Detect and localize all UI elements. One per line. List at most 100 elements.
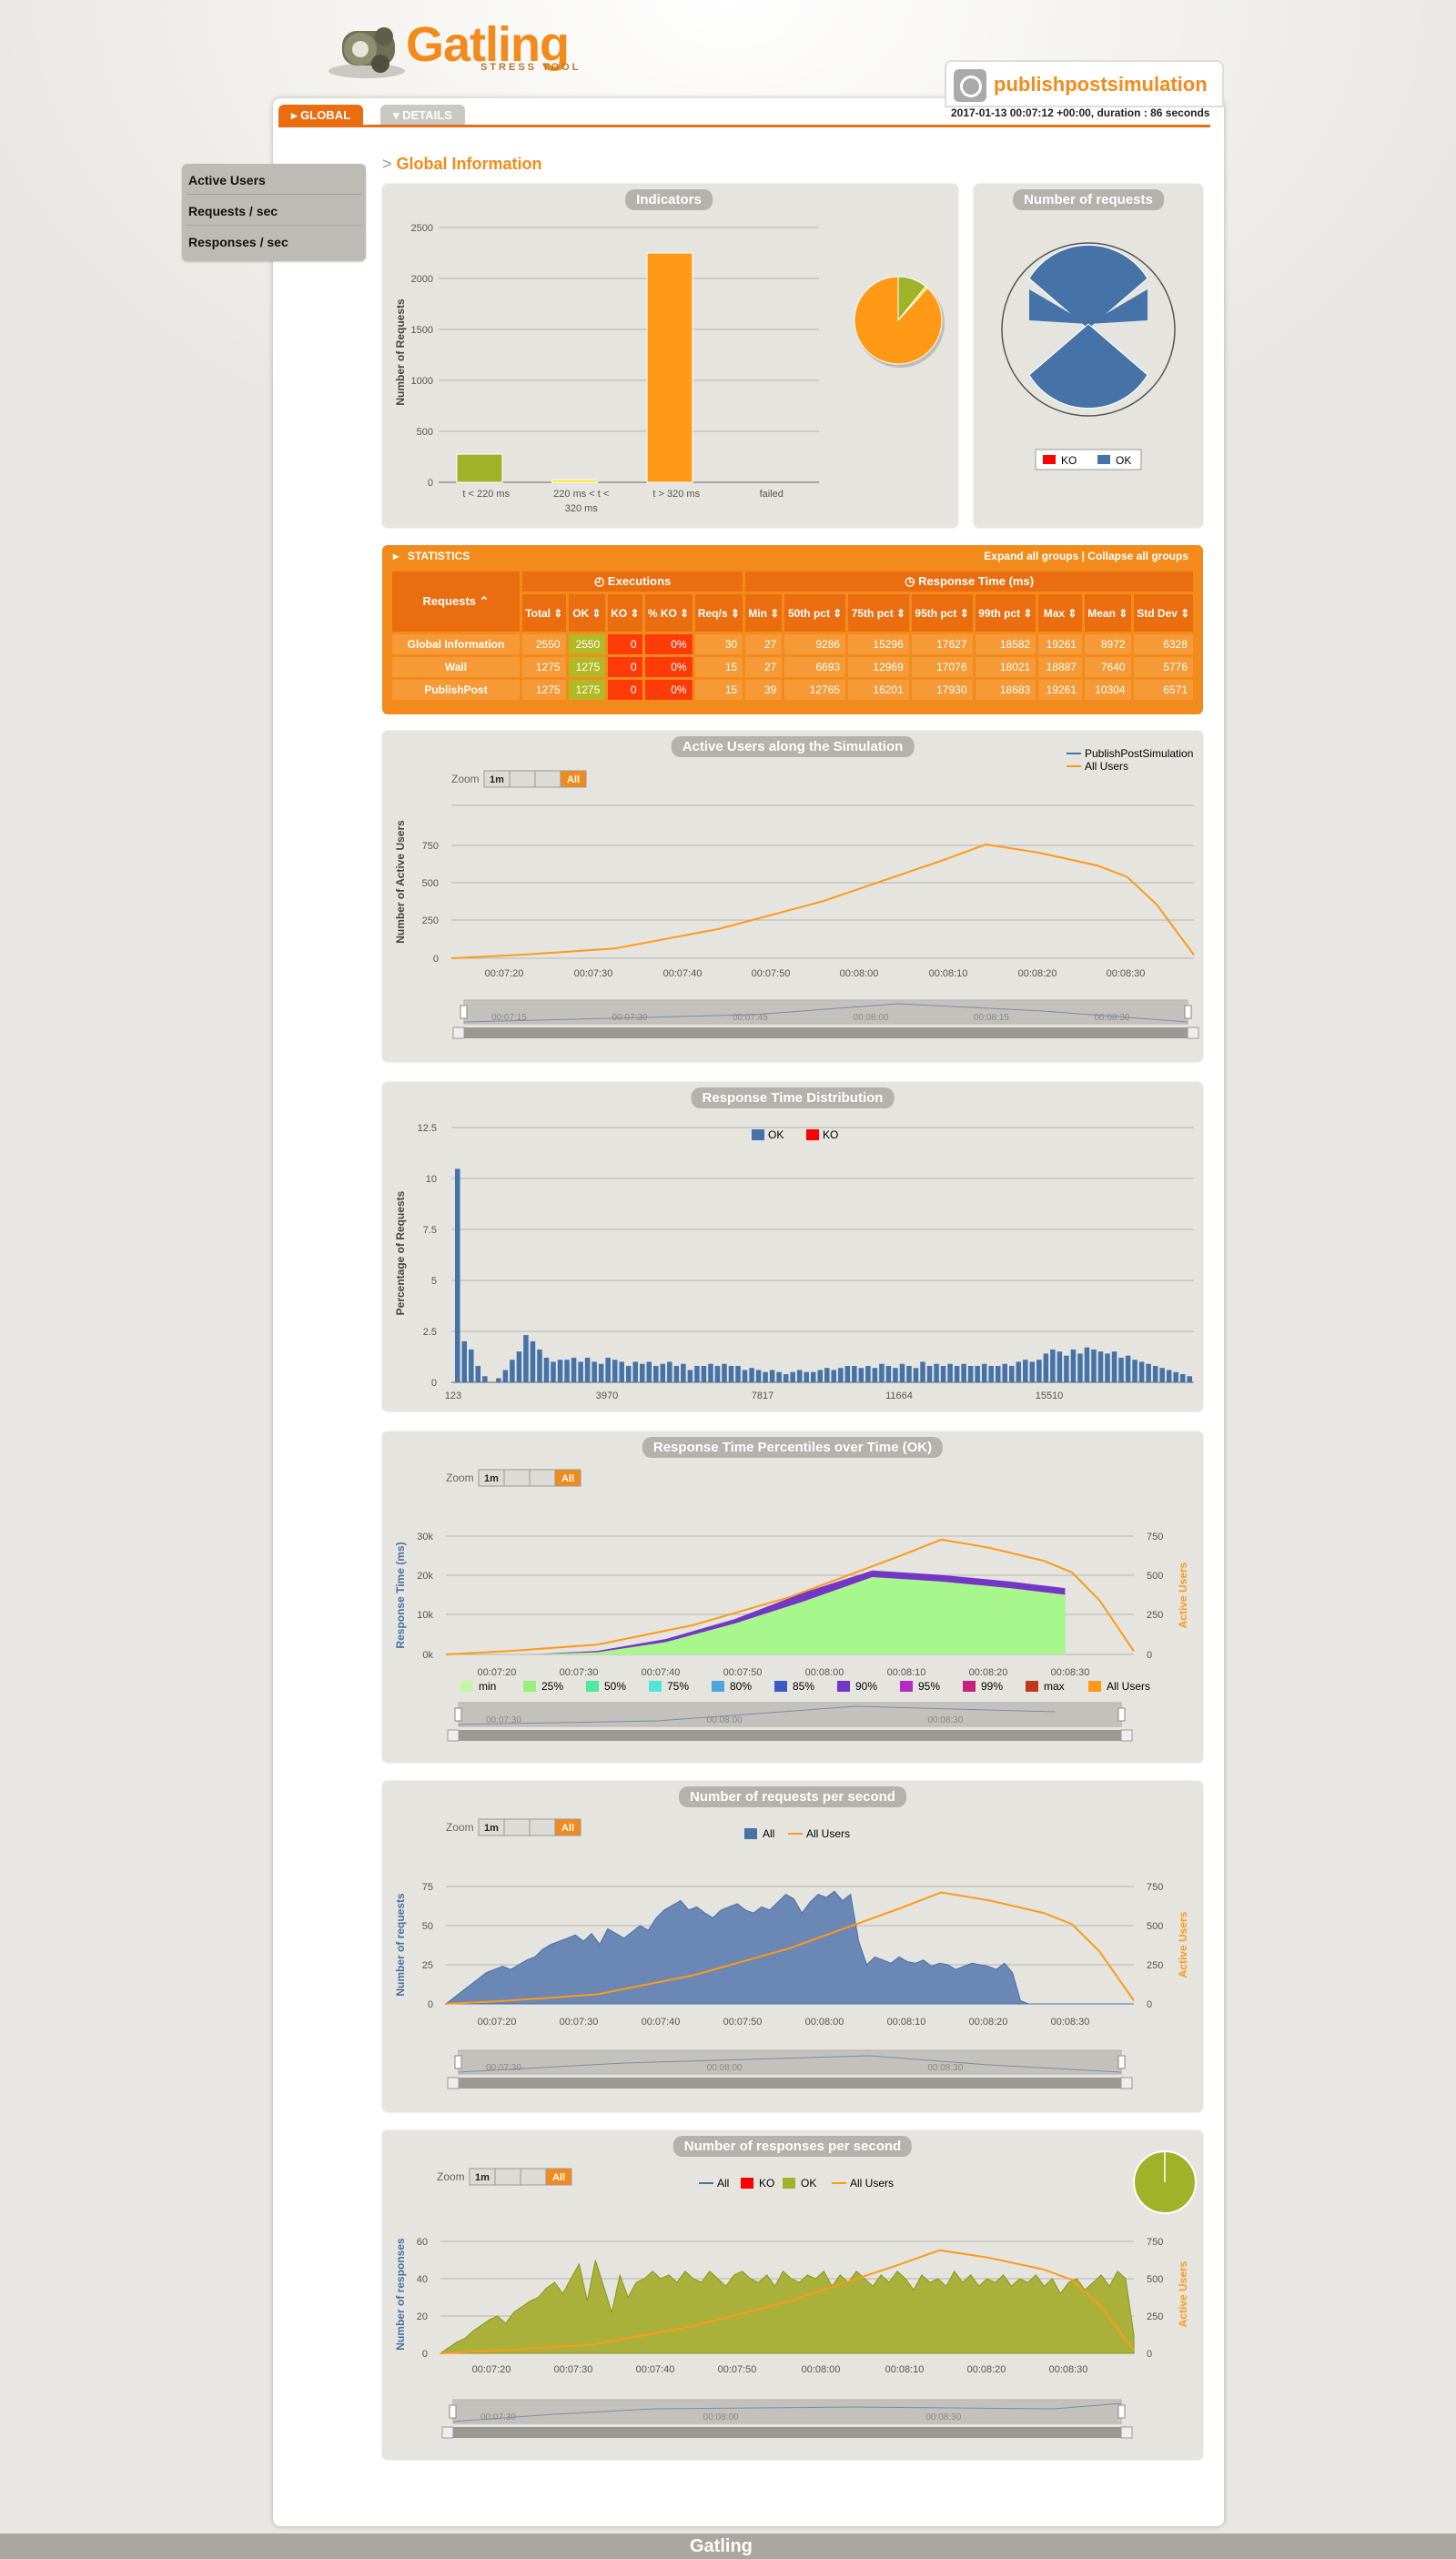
distribution-bar [578,1361,583,1382]
indicators-pie-slice-2 [854,276,943,365]
legend-80-label: 80% [730,1680,752,1693]
distribution-bar [646,1361,652,1382]
expand-collapse-links[interactable]: Expand all groups | Collapse all groups [984,550,1188,562]
responses-zoom-label: Zoom [437,2170,465,2183]
col-requests[interactable]: Requests ⌃ [392,571,520,632]
distribution-bar [1111,1351,1117,1382]
legend-all-users-label: All Users [1107,1680,1150,1693]
responses-y-tick-label: 60 [417,2237,428,2248]
distribution-bar [660,1363,666,1382]
distribution-bar [475,1365,481,1382]
distribution-xtick-label: 15510 [1036,1391,1064,1401]
distribution-bar [879,1363,885,1382]
legend-ok-label: OK [768,1128,784,1141]
cell-99th-pct: 18683 [975,680,1036,700]
requests-scroll-right-button [1120,2077,1133,2089]
distribution-y-tick-label: 5 [431,1276,437,1287]
requests-y2label: Active Users [1177,1911,1189,1977]
group-response-time-label: Response Time (ms) [918,574,1035,589]
cell-ko: 0% [644,680,693,700]
requests-xtick-label: 00:07:40 [642,2017,681,2028]
active-users-navigator-tick-label: 00:07:30 [612,1013,648,1023]
legend-min-label: min [479,1680,496,1693]
active-users-navigator-tick-label: 00:07:15 [491,1013,527,1023]
responses-navigator-handle-left [449,2404,457,2419]
col-total[interactable]: Total ⇕ [522,594,566,632]
requests-xtick-label: 00:08:00 [805,2017,844,2028]
distribution-bar [906,1365,912,1382]
responses-ylabel: Number of responses [394,2238,407,2351]
statistics-title-text: STATISTICS [408,550,470,562]
responses-y2-tick-label: 0 [1147,2349,1152,2360]
col-75th-pct[interactable]: 75th pct ⇕ [848,594,909,632]
active-users-ylabel: Number of Active Users [394,820,407,944]
percentiles-y-tick-label: 30k [417,1532,433,1542]
col-95th-pct[interactable]: 95th pct ⇕ [911,594,973,632]
col-mean[interactable]: Mean ⇕ [1084,594,1131,632]
legend-95-swatch [900,1681,913,1692]
row-name[interactable]: Wall [392,657,520,677]
table-row: PublishPost 1275 1275 0 0% 15 39 12765 16201 1793… [392,680,1193,700]
statistics-table: Requests ⌃ ◴ Executions ◷ Response Time … [389,569,1196,703]
col-std-dev[interactable]: Std Dev ⇕ [1133,594,1193,632]
legend-90-label: 90% [855,1680,877,1693]
indicators-chart: 0 500 1000 1500 2000 2500 Number of Requests t … [394,223,945,514]
col-50th-pct[interactable]: 50th pct ⇕ [784,594,846,632]
cell-min: 27 [745,657,783,677]
distribution-chart: 0 2.5 5 7.5 10 12.5 Percentage of Requests 123 3… [394,1123,1194,1401]
requests-count-chart: KO OK [1001,242,1176,470]
requests-y2-tick-label: 750 [1147,1882,1163,1893]
active-users-panel: Active Users along the Simulation Zoom 1m… [382,731,1203,1062]
distribution-bar [1016,1361,1022,1382]
group-executions-label: Executions [607,574,672,589]
legend-min-swatch [460,1681,473,1692]
distribution-bar [1125,1355,1131,1382]
responses-area-ok [439,2260,1135,2354]
statistics-title[interactable]: ▸ STATISTICS [393,550,470,562]
cell-std-dev: 6571 [1133,680,1193,700]
distribution-bar [1057,1351,1063,1382]
col-99th-pct[interactable]: 99th pct ⇕ [975,594,1036,632]
sidebar-item-responses-sec[interactable]: Responses / sec [187,226,361,257]
sidebar-item-active-users[interactable]: Active Users [187,164,361,195]
section-title-text: Global Information [396,155,542,173]
active-users-zoom-button-label: 1m [490,774,504,785]
sidebar-item-requests-sec[interactable]: Requests / sec [187,195,361,226]
indicators-title: Indicators [625,189,713,210]
distribution-bar [885,1365,892,1382]
responses-xtick-label: 00:08:10 [885,2364,925,2375]
simulation-box: publishpostsimulation [945,60,1224,107]
legend-99-swatch [963,1681,976,1692]
requests-navigator-tick-label: 00:07:30 [486,2063,521,2073]
col-max[interactable]: Max ⇕ [1038,594,1082,632]
cell-req-s: 30 [694,634,743,654]
distribution-bar [1159,1368,1165,1382]
distribution-bar [502,1370,509,1382]
distribution-bar [1070,1349,1077,1382]
col-min[interactable]: Min ⇕ [745,594,783,632]
legend-all-swatch [744,1828,757,1839]
active-users-scroll-left-button [452,1027,465,1039]
distribution-bar [605,1357,611,1382]
group-response-time: ◷ Response Time (ms) [745,571,1193,592]
requests-y-tick-label: 25 [422,1960,433,1971]
legend-all-label: All [763,1827,774,1840]
requests-count-panel: Number of requests KO OK [974,184,1203,528]
cell-mean: 7640 [1084,657,1131,677]
tab-details[interactable]: ▾ DETAILS [380,105,465,125]
distribution-bar [988,1365,994,1382]
percentiles-ylabel: Response Time (ms) [394,1542,407,1648]
col-ok[interactable]: OK ⇕ [568,594,606,632]
row-name[interactable]: PublishPost [392,680,520,700]
cell-99th-pct: 18021 [975,657,1036,677]
percentiles-y-tick-label: 20k [417,1571,433,1582]
legend-90-swatch [837,1681,850,1692]
distribution-bar [1043,1353,1049,1382]
col-req-s[interactable]: Req/s ⇕ [694,594,743,632]
distribution-bar [1009,1365,1015,1382]
tab-global[interactable]: ▸ GLOBAL [278,105,364,125]
col-ko[interactable]: KO ⇕ [608,594,642,632]
responses-xtick-label: 00:07:30 [554,2364,593,2375]
col-ko[interactable]: % KO ⇕ [644,594,693,632]
percentiles-xtick-label: 00:08:20 [969,1667,1008,1678]
